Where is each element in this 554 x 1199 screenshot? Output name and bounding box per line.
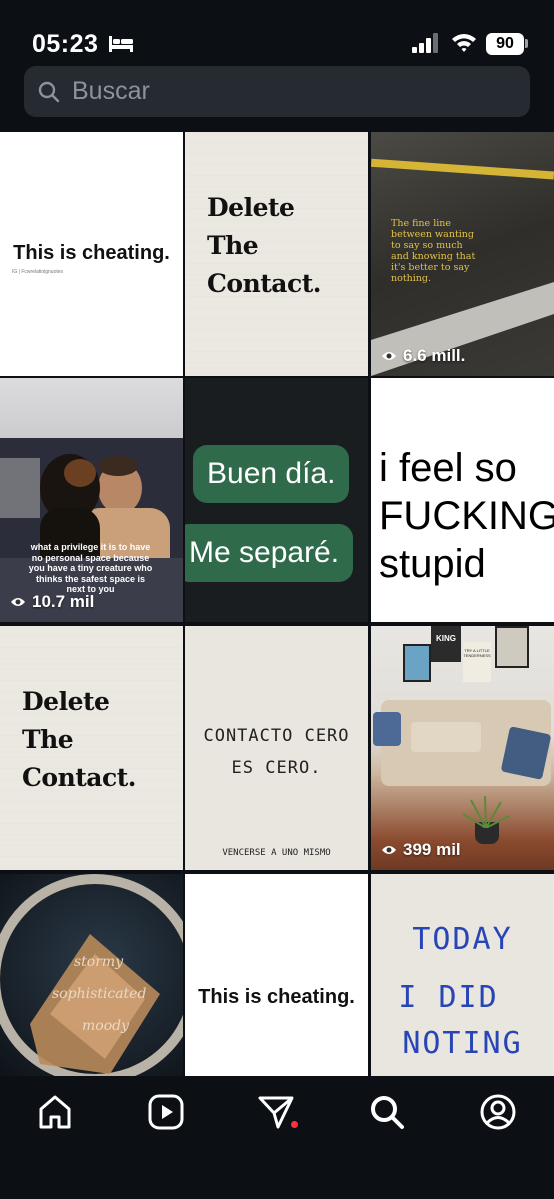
tile-text-line: stormy	[74, 954, 124, 970]
eye-icon	[382, 846, 396, 854]
poster: KING	[431, 626, 461, 662]
pillow	[411, 722, 481, 752]
tile-text-line: The	[22, 725, 74, 754]
tile-text-line: TODAY	[412, 922, 513, 957]
view-count: 6.6 mill.	[381, 346, 465, 366]
profile-icon[interactable]	[478, 1092, 518, 1132]
tile-caption: what a privilege it is to have no person…	[28, 542, 153, 594]
poster-label: KING	[436, 634, 456, 643]
grid-tile[interactable]: The fine line between wanting to say so …	[371, 132, 554, 376]
candle-photo	[0, 874, 183, 1076]
grid-tile[interactable]: Buen día. Me separé.	[185, 378, 368, 622]
pillow	[373, 712, 401, 746]
search-input[interactable]	[72, 66, 512, 117]
poster	[403, 644, 431, 682]
tile-quote: The fine line between wanting to say so …	[391, 218, 476, 284]
tile-text-line: Delete	[22, 687, 110, 716]
reels-icon[interactable]	[146, 1092, 186, 1132]
grid-tile[interactable]: i feel so FUCKING stupid	[371, 378, 554, 622]
tile-text-line: The	[207, 231, 259, 260]
eye-icon	[11, 598, 25, 606]
tile-credit: IG | Fcwrelatioignuotes	[12, 269, 64, 275]
tile-text-line: I DID	[398, 980, 499, 1015]
eye-icon	[382, 352, 396, 360]
view-count-text: 6.6 mill.	[403, 346, 466, 365]
chat-bubble: Me separé.	[185, 524, 354, 582]
search-bar[interactable]	[24, 66, 530, 117]
plant	[462, 796, 510, 828]
search-icon	[38, 81, 60, 103]
poster: TRY A LITTLE TENDERNESS	[463, 642, 491, 682]
tile-text: i feel so FUCKING stupid	[379, 444, 554, 588]
notification-dot	[291, 1121, 298, 1128]
view-count: 399 mil	[381, 840, 461, 860]
view-count: 10.7 mil	[10, 592, 94, 612]
grid-tile[interactable]: stormy sophisticated moody	[0, 874, 183, 1076]
tile-text-line: Contact.	[207, 269, 321, 298]
tile-text-line: i feel so	[379, 446, 517, 490]
tile-text: This is cheating.	[198, 986, 355, 1008]
grid-tile[interactable]: TODAY I DID NOTING	[371, 874, 554, 1076]
grid-tile[interactable]: KING TRY A LITTLE TENDERNESS 399 mil	[371, 626, 554, 870]
status-time: 05:23	[32, 30, 99, 58]
signal-icon	[412, 33, 438, 53]
tile-text-line: stupid	[379, 542, 486, 586]
grid-tile[interactable]: what a privilege it is to have no person…	[0, 378, 183, 622]
messages-icon[interactable]	[256, 1092, 296, 1132]
wifi-icon	[452, 34, 476, 52]
tile-text-line: moody	[82, 1018, 130, 1034]
explore-grid: This is cheating. IG | Fcwrelatioignuote…	[0, 132, 554, 1076]
tile-text-line: FUCKING	[379, 494, 554, 538]
grid-tile[interactable]: Delete The Contact.	[185, 132, 368, 376]
tile-text-line: NOTING	[402, 1026, 523, 1061]
tile-text-line: ES CERO.	[231, 758, 322, 778]
battery-indicator: 90	[486, 33, 524, 55]
grid-tile[interactable]: This is cheating. IG | Fcwrelatioignuote…	[0, 132, 183, 376]
tile-text: This is cheating.	[13, 242, 170, 264]
grid-tile[interactable]: This is cheating.	[185, 874, 368, 1076]
grid-tile[interactable]: Delete The Contact.	[0, 626, 183, 870]
home-icon[interactable]	[35, 1092, 75, 1132]
status-bar: 05:23 90	[0, 0, 554, 64]
tile-text-line: sophisticated	[52, 986, 147, 1002]
tile-text-line: Contact.	[22, 763, 136, 792]
view-count-text: 399 mil	[403, 840, 461, 859]
tile-footer: VENCERSE A UNO MISMO	[222, 848, 331, 858]
tile-text-line: CONTACTO CERO	[203, 726, 350, 746]
poster	[495, 626, 529, 668]
poster-label: TRY A LITTLE TENDERNESS	[463, 648, 491, 658]
bottom-nav	[0, 1076, 554, 1199]
search-icon[interactable]	[367, 1092, 407, 1132]
grid-tile[interactable]: CONTACTO CERO ES CERO. VENCERSE A UNO MI…	[185, 626, 368, 870]
chat-bubble: Buen día.	[193, 445, 350, 503]
bed-icon	[109, 36, 133, 52]
tile-text: Delete The Contact.	[207, 189, 321, 303]
tile-text-line: Delete	[207, 193, 295, 222]
tile-text: Delete The Contact.	[22, 683, 136, 797]
battery-nub	[525, 39, 528, 48]
view-count-text: 10.7 mil	[32, 592, 95, 611]
